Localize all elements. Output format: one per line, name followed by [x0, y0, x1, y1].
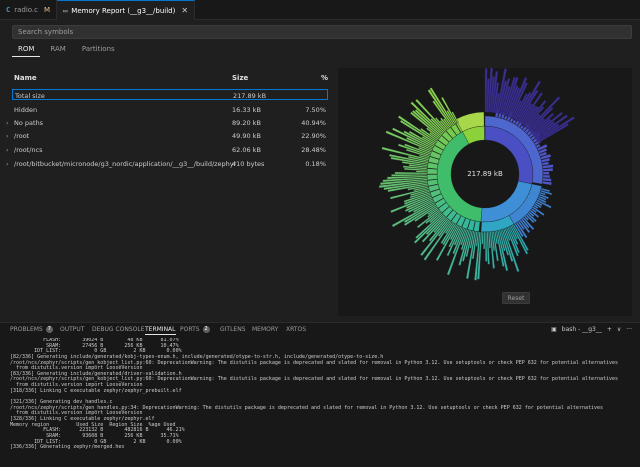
table-row[interactable]: › /root/bitbucket/micronode/g3_nordic/ap…: [6, 158, 328, 169]
column-header-name[interactable]: Name: [14, 74, 37, 82]
terminal-line: [336/336] Generating zephyr/merged.hex: [10, 444, 125, 451]
panel-tab-label: TERMINAL: [145, 326, 176, 333]
table-row[interactable]: › /root 49.90 kB 22.90%: [6, 130, 328, 141]
tab-label: radio.c: [14, 6, 39, 14]
panel-tab-problems[interactable]: PROBLEMS 7: [10, 326, 53, 333]
tab-memory-report[interactable]: ▭ Memory Report (__g3__/build) ✕: [57, 0, 196, 20]
chevron-down-icon[interactable]: ∨: [617, 326, 621, 333]
panel-tab-label: OUTPUT: [60, 326, 85, 333]
chevron-right-icon[interactable]: ›: [6, 146, 9, 154]
more-actions-icon[interactable]: ···: [626, 326, 632, 333]
row-percent: 7.50%: [305, 106, 326, 114]
bottom-panel: PROBLEMS 7 OUTPUT DEBUG CONSOLE TERMINAL …: [0, 322, 640, 467]
panel-tab-xrtos[interactable]: XRTOS: [286, 326, 306, 333]
panel-tab-gitlens[interactable]: GITLENS: [220, 326, 246, 333]
panel-tab-label: DEBUG CONSOLE: [92, 326, 145, 333]
add-terminal-button[interactable]: +: [607, 326, 612, 333]
row-size: 62.06 kB: [232, 146, 261, 154]
memory-report-icon: ▭: [63, 6, 68, 15]
reset-button[interactable]: Reset: [502, 292, 530, 304]
row-size: 16.33 kB: [232, 106, 261, 114]
chevron-right-icon[interactable]: ›: [6, 132, 9, 140]
row-size: 217.89 kB: [233, 92, 267, 100]
sunburst-chart[interactable]: [338, 68, 632, 316]
table-row[interactable]: Hidden 16.33 kB 7.50%: [12, 104, 328, 115]
terminal-icon: ▣: [551, 326, 557, 333]
panel-tab-output[interactable]: OUTPUT: [60, 326, 84, 333]
panel-tab-terminal[interactable]: TERMINAL: [145, 326, 176, 335]
row-name: /root/ncs: [14, 146, 43, 154]
column-header-size[interactable]: Size: [232, 74, 248, 82]
terminal-controls: ▣ bash - __g3__ + ∨ ···: [551, 326, 632, 333]
tab-ram[interactable]: RAM: [44, 43, 71, 57]
row-name: No paths: [14, 119, 44, 127]
row-percent: 40.94%: [301, 119, 326, 127]
symbol-fragment[interactable]: [542, 171, 550, 175]
row-name: /root/bitbucket/micronode/g3_nordic/appl…: [14, 160, 237, 168]
panel-tab-label: GITLENS: [220, 326, 246, 333]
panel-tabs: PROBLEMS 7 OUTPUT DEBUG CONSOLE TERMINAL …: [0, 323, 640, 337]
segment-zephyr[interactable]: [484, 125, 486, 141]
panel-tab-label: PROBLEMS: [10, 326, 43, 333]
panel-tab-ports[interactable]: PORTS 2: [180, 326, 210, 333]
row-percent: 22.90%: [301, 132, 326, 140]
row-size: 89.20 kB: [232, 119, 261, 127]
tab-label: Memory Report (__g3__/build): [71, 6, 176, 15]
table-header: Name Size %: [12, 74, 332, 84]
segment-no-paths-child[interactable]: [426, 168, 438, 175]
search-symbols-input[interactable]: [12, 25, 632, 39]
panel-tab-memory[interactable]: MEMORY: [252, 326, 278, 333]
terminal-selector[interactable]: bash - __g3__: [562, 326, 602, 333]
chevron-right-icon[interactable]: ›: [6, 119, 9, 127]
symbol-fragment[interactable]: [542, 180, 552, 186]
segment-no-paths-child[interactable]: [426, 174, 438, 181]
panel-tab-label: XRTOS: [286, 326, 307, 333]
problems-count-badge: 7: [45, 326, 53, 333]
row-percent: 0.18%: [305, 160, 326, 168]
row-name: Total size: [15, 92, 45, 100]
terminal-output[interactable]: FLASH: 39024 B 48 KB 81.07% SRAM: 27456 …: [10, 338, 630, 466]
close-icon[interactable]: ✕: [181, 6, 188, 15]
symbol-fragment[interactable]: [542, 167, 554, 172]
panel-tab-label: PORTS: [180, 326, 200, 333]
table-row[interactable]: › /root/ncs 62.06 kB 28.48%: [6, 144, 328, 155]
symbol-fragment[interactable]: [542, 177, 552, 182]
chart-center-total: 217.89 kB: [467, 170, 503, 178]
chevron-right-icon[interactable]: ›: [6, 160, 9, 168]
symbol-fragment[interactable]: [542, 174, 551, 179]
ports-count-badge: 2: [202, 326, 210, 333]
column-header-percent[interactable]: %: [321, 74, 328, 82]
c-file-icon: C: [6, 6, 11, 14]
row-size: 49.90 kB: [232, 132, 261, 140]
tab-radio-c[interactable]: C radio.c M: [0, 0, 58, 20]
table-row[interactable]: › No paths 89.20 kB 40.94%: [6, 117, 328, 128]
row-name: Hidden: [14, 106, 38, 114]
panel-tab-label: MEMORY: [252, 326, 279, 333]
tab-partitions[interactable]: Partitions: [76, 43, 121, 57]
row-percent: 28.48%: [301, 146, 326, 154]
row-size: 410 bytes: [232, 160, 265, 168]
modified-indicator: M: [44, 6, 51, 14]
row-name: /root: [14, 132, 30, 140]
tab-rom[interactable]: ROM: [12, 43, 41, 57]
editor-tab-bar: C radio.c M ▭ Memory Report (__g3__/buil…: [0, 0, 640, 20]
table-row[interactable]: Total size 217.89 kB: [12, 89, 328, 100]
panel-tab-debug-console[interactable]: DEBUG CONSOLE: [92, 326, 145, 333]
memory-region-tabs: ROM RAM Partitions: [12, 43, 121, 57]
sunburst-chart-panel: 217.89 kB Reset: [338, 68, 632, 316]
